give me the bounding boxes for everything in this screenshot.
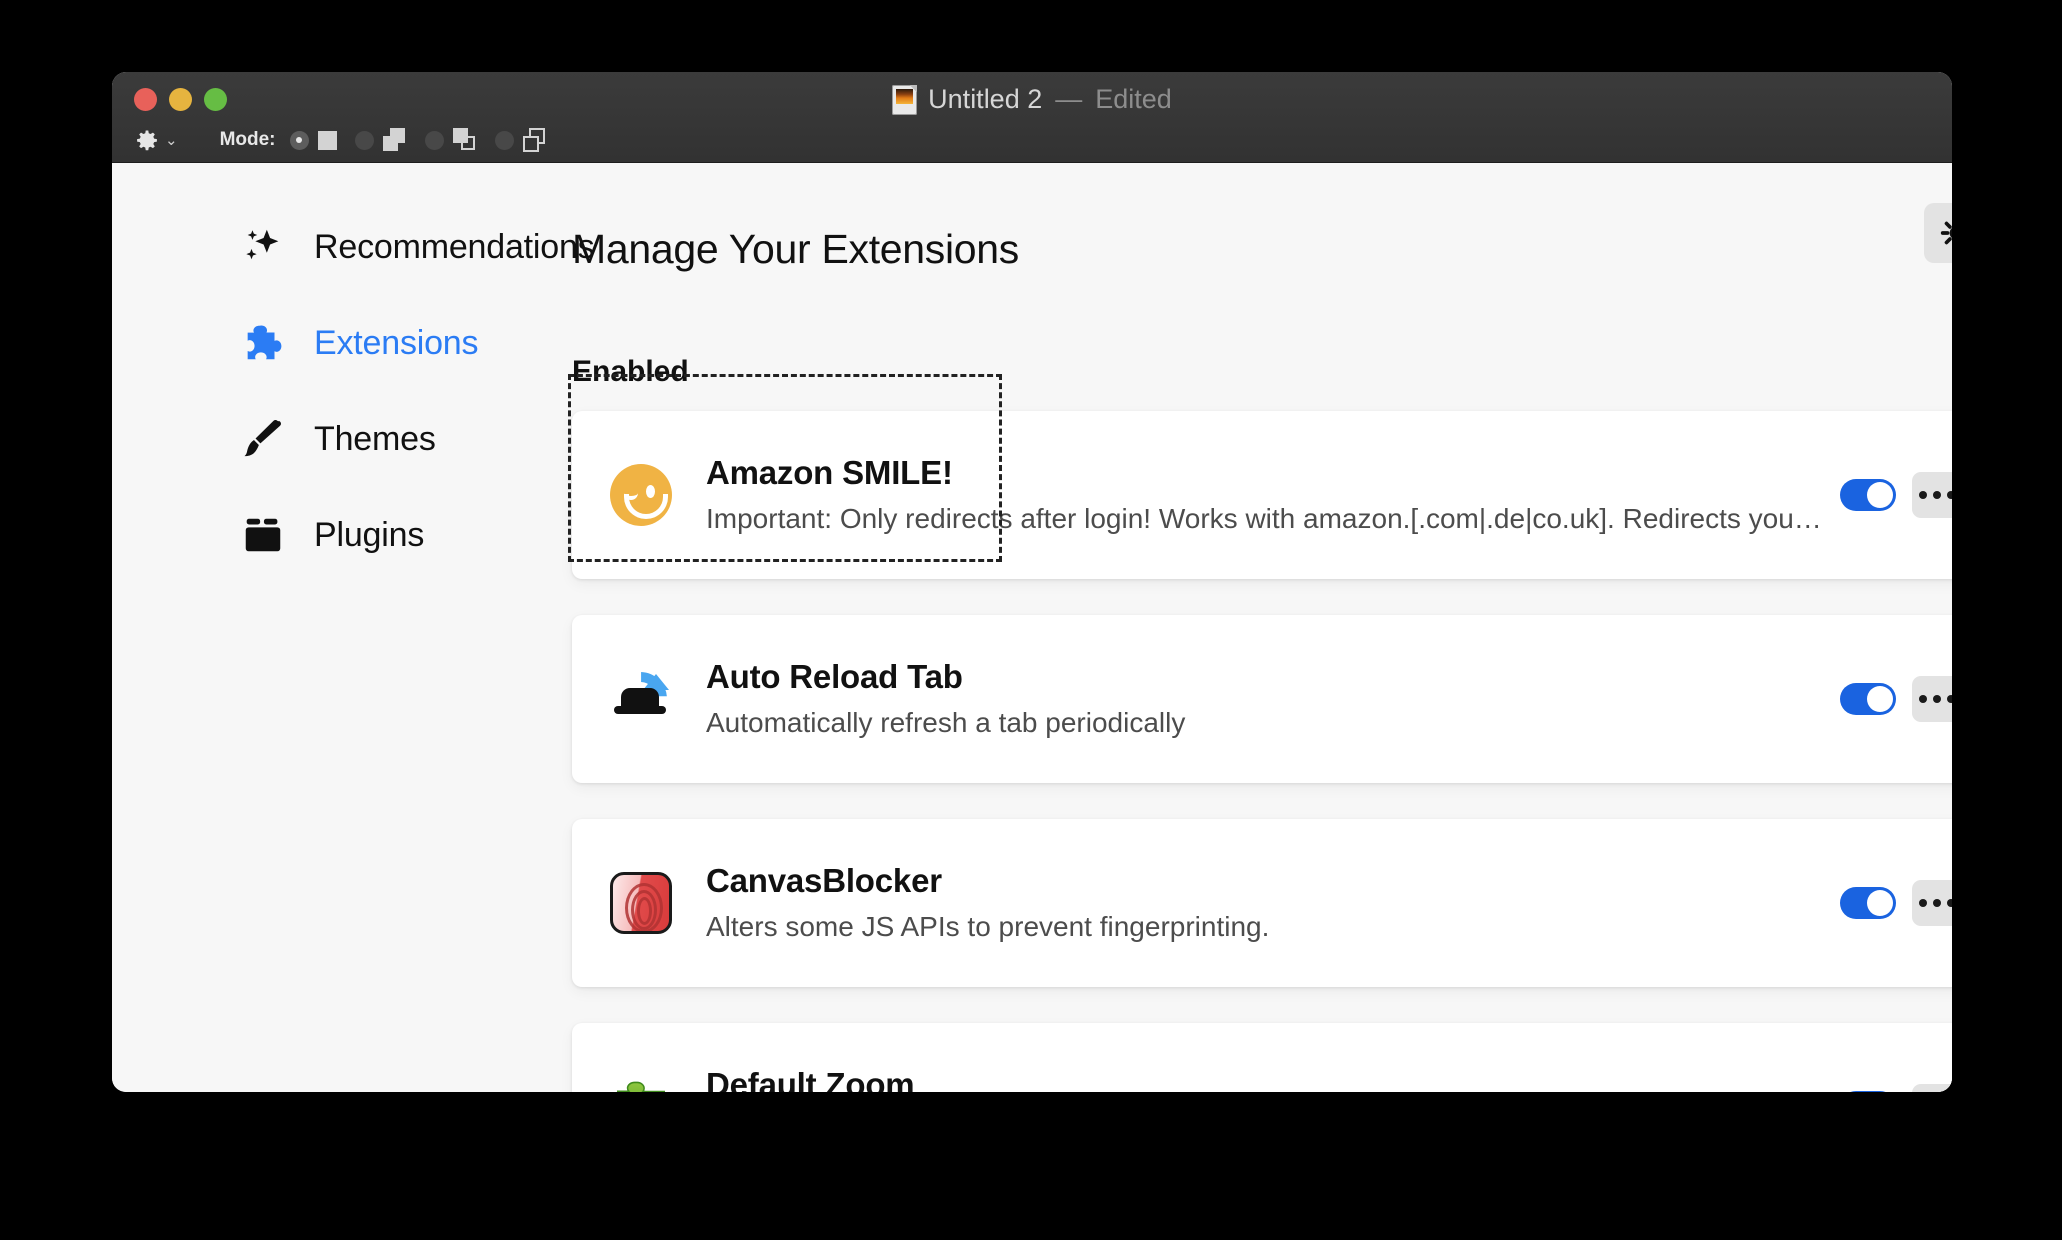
toolbar-gear-menu[interactable]: ⌄ — [136, 129, 178, 151]
sidebar-item-recommendations[interactable]: Recommendations — [112, 199, 595, 295]
ellipsis-icon — [1946, 490, 1952, 499]
extension-menu-button[interactable] — [1911, 879, 1952, 926]
plugin-box-icon — [245, 518, 281, 552]
mode-option-single-square[interactable] — [289, 130, 337, 150]
two-filled-squares-icon — [382, 128, 407, 152]
window-title-text: Untitled 2 — [928, 84, 1043, 114]
window-titlebar: Untitled 2 — Edited ⌄ Mode: — [112, 72, 1952, 163]
extensions-list: Amazon SMILE! Important: Only redirects … — [572, 410, 1952, 1092]
extension-actions — [1839, 471, 1952, 518]
sidebar-item-label: Extensions — [314, 323, 479, 362]
radio-two-filled-squares[interactable] — [354, 130, 374, 150]
extension-info: Auto Reload Tab Automatically refresh a … — [706, 658, 1822, 739]
ellipsis-icon — [1946, 694, 1952, 703]
extension-info: CanvasBlocker Alters some JS APIs to pre… — [706, 862, 1822, 943]
extension-name: CanvasBlocker — [706, 862, 942, 900]
two-outline-squares-icon — [522, 128, 547, 152]
sidebar: Recommendations Extensions Themes Plugin… — [112, 163, 595, 1092]
extension-card[interactable]: CanvasBlocker Alters some JS APIs to pre… — [572, 818, 1952, 987]
single-square-icon — [317, 130, 337, 150]
page-title: Manage Your Extensions — [572, 226, 1020, 273]
mode-option-two-filled-squares[interactable] — [354, 128, 407, 152]
ellipsis-icon — [1918, 898, 1927, 907]
ellipsis-icon — [1918, 490, 1927, 499]
ellipsis-icon — [1946, 898, 1952, 907]
window-title: Untitled 2 — Edited — [112, 84, 1952, 115]
sidebar-item-label: Themes — [314, 419, 436, 458]
sidebar-item-label: Plugins — [314, 515, 425, 554]
sidebar-item-plugins[interactable]: Plugins — [112, 487, 572, 583]
window-body: Recommendations Extensions Themes Plugin… — [112, 163, 1952, 1092]
radio-single-square[interactable] — [289, 130, 309, 150]
extension-description: Automatically refresh a tab periodically — [706, 707, 1186, 739]
extension-actions — [1839, 675, 1952, 722]
puzzle-piece-icon — [247, 325, 282, 360]
filled-and-outline-square-icon — [452, 128, 477, 152]
paintbrush-icon — [244, 419, 281, 457]
sidebar-item-themes[interactable]: Themes — [112, 391, 572, 487]
extension-actions — [1839, 1083, 1952, 1092]
ellipsis-icon — [1932, 490, 1941, 499]
section-title-enabled: Enabled — [572, 354, 689, 388]
window-title-status: Edited — [1095, 84, 1172, 114]
mode-label: Mode: — [219, 129, 276, 150]
main-header: Manage Your Extensions — [572, 163, 1952, 301]
extension-info: Amazon SMILE! Important: Only redirects … — [706, 454, 1822, 535]
reload-hat-icon — [610, 668, 672, 730]
fingerprint-ridge — [637, 896, 652, 925]
extension-enable-toggle[interactable] — [1839, 682, 1896, 715]
extension-name: Auto Reload Tab — [706, 658, 963, 696]
extension-card[interactable]: Default Zoom Set default zoom level for … — [572, 1022, 1952, 1092]
ellipsis-icon — [1932, 694, 1941, 703]
smile-mouth — [624, 493, 668, 519]
extension-menu-button[interactable] — [1911, 675, 1952, 722]
mode-option-filled-and-outline-square[interactable] — [424, 128, 477, 152]
gear-icon — [1940, 221, 1952, 245]
extension-actions — [1839, 879, 1952, 926]
mode-option-two-outline-squares[interactable] — [494, 128, 547, 152]
extension-menu-button[interactable] — [1911, 1083, 1952, 1092]
chevron-down-icon: ⌄ — [165, 131, 178, 149]
extension-enable-toggle[interactable] — [1839, 1090, 1896, 1092]
main-panel: Manage Your Extensions Enabled Amazon SM… — [572, 163, 1952, 1092]
gear-icon — [137, 130, 157, 151]
radio-two-outline-squares[interactable] — [494, 130, 514, 150]
hat-brim — [614, 705, 666, 714]
extension-description: Important: Only redirects after login! W… — [706, 503, 1822, 535]
image-document-icon — [892, 84, 918, 115]
extension-description: Alters some JS APIs to prevent fingerpri… — [706, 911, 1270, 943]
extension-enable-toggle[interactable] — [1839, 886, 1896, 919]
sidebar-item-label: Recommendations — [314, 227, 595, 266]
radio-filled-and-outline-square[interactable] — [424, 130, 444, 150]
winking-smiley-icon — [610, 463, 672, 526]
extension-name: Amazon SMILE! — [706, 454, 953, 492]
sidebar-item-extensions[interactable]: Extensions — [112, 295, 572, 391]
extension-menu-button[interactable] — [1911, 471, 1952, 518]
fingerprint-icon — [610, 871, 672, 934]
extension-card[interactable]: Amazon SMILE! Important: Only redirects … — [572, 410, 1952, 579]
extension-card[interactable]: Auto Reload Tab Automatically refresh a … — [572, 614, 1952, 783]
mode-toolbar: ⌄ Mode: — [112, 118, 1952, 162]
extension-enable-toggle[interactable] — [1839, 478, 1896, 511]
settings-button[interactable] — [1923, 203, 1952, 263]
extension-name: Default Zoom — [706, 1066, 915, 1092]
green-puzzle-icon — [610, 1076, 672, 1092]
mode-radio-group — [289, 128, 565, 152]
extension-info: Default Zoom Set default zoom level for … — [706, 1066, 1822, 1092]
ellipsis-icon — [1918, 694, 1927, 703]
window-title-separator: — — [1055, 84, 1083, 114]
ellipsis-icon — [1932, 898, 1941, 907]
app-window: Untitled 2 — Edited ⌄ Mode: Recommendati… — [112, 72, 1952, 1092]
sparkle-icon — [246, 229, 279, 260]
